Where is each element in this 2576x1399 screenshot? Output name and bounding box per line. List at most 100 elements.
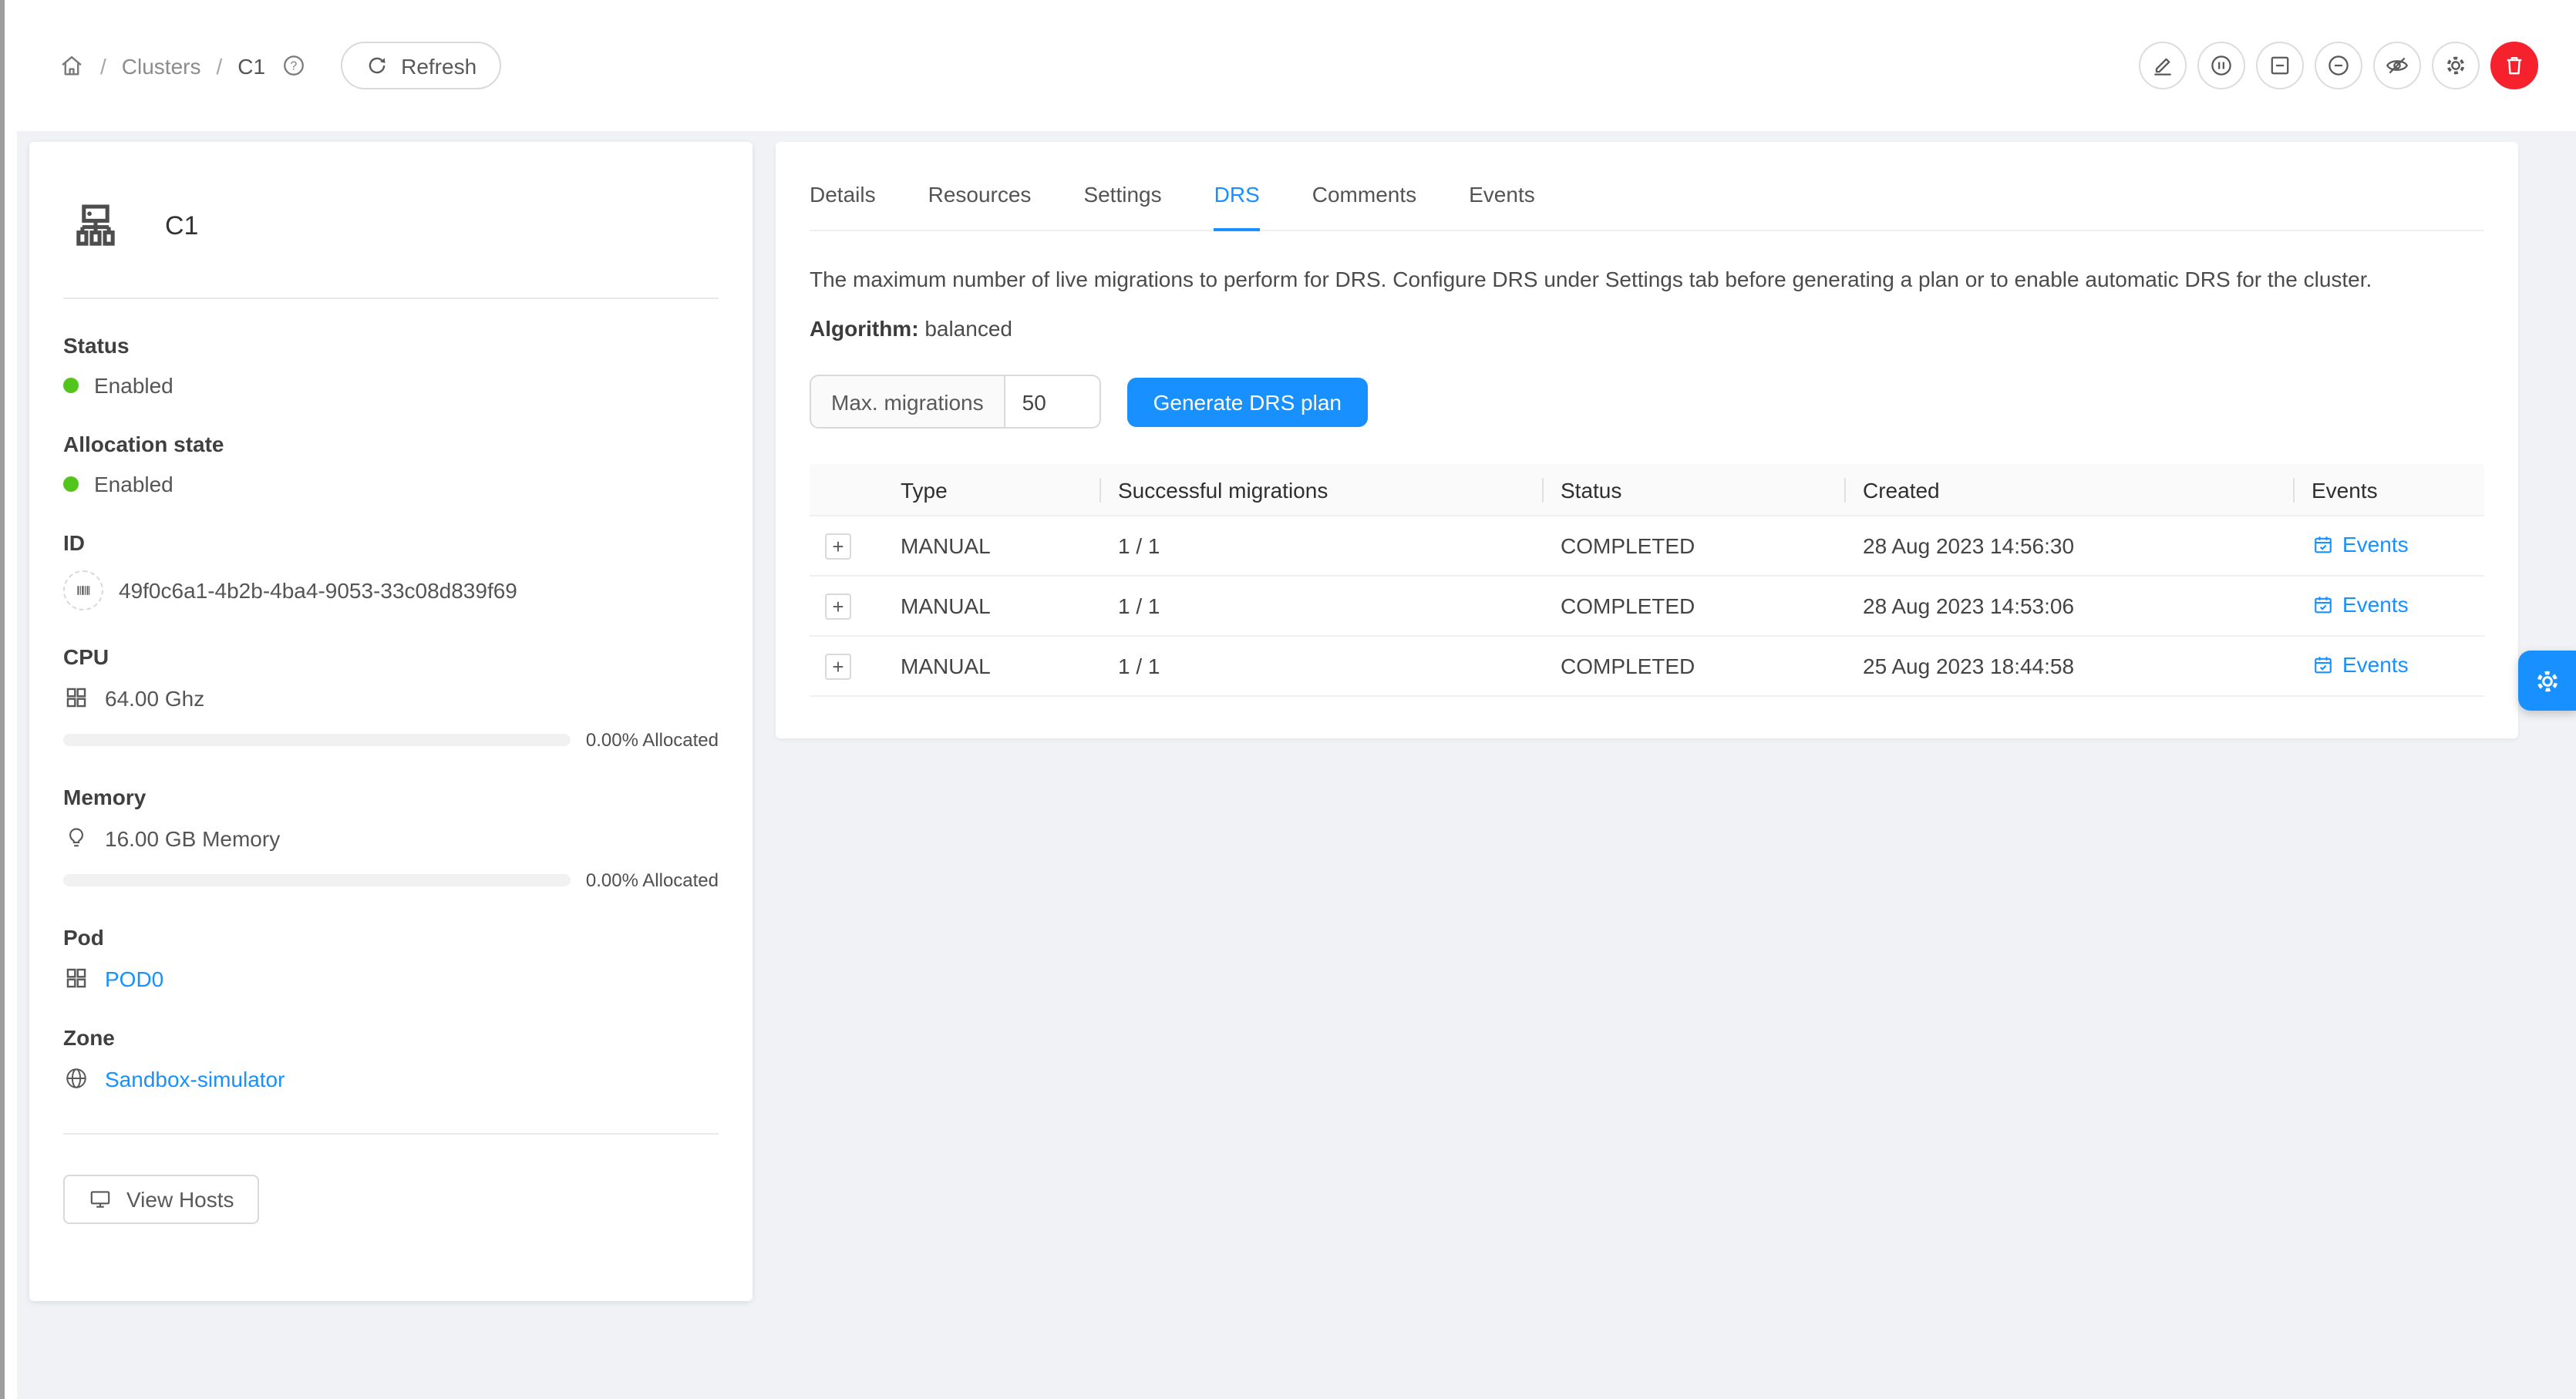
home-icon[interactable] — [59, 52, 85, 79]
row-events-link[interactable]: Events — [2312, 532, 2409, 557]
resource-info-card: C1 Status Enabled Allocation state Enabl… — [29, 142, 753, 1301]
column-successful-migrations: Successful migrations — [1099, 478, 1542, 503]
row-created: 25 Aug 2023 18:44:58 — [1844, 654, 2293, 679]
algorithm-value: balanced — [924, 317, 1012, 341]
cpu-value: 64.00 Ghz — [105, 685, 204, 710]
appstore-icon — [63, 965, 89, 991]
question-circle-icon[interactable]: ? — [281, 52, 307, 79]
tab-events[interactable]: Events — [1469, 182, 1535, 230]
breadcrumb-separator: / — [100, 53, 106, 78]
status-dot — [63, 378, 79, 393]
pod-link[interactable]: POD0 — [105, 966, 163, 990]
section-label: Pod — [63, 925, 719, 950]
row-type: MANUAL — [882, 594, 1099, 619]
table-row: + MANUAL 1 / 1 COMPLETED 28 Aug 2023 14:… — [810, 577, 2484, 637]
calendar-check-icon — [2312, 653, 2335, 676]
max-migrations-input[interactable] — [1005, 377, 1099, 428]
row-events-link[interactable]: Events — [2312, 592, 2409, 617]
minus-square-icon — [2266, 52, 2292, 79]
svg-text:?: ? — [291, 60, 298, 73]
header-actions — [2138, 42, 2537, 89]
resource-header: C1 — [63, 176, 719, 256]
project-settings-button[interactable] — [2517, 651, 2576, 711]
section-label: CPU — [63, 644, 719, 669]
calendar-check-icon — [2312, 533, 2335, 556]
minus-circle-button[interactable] — [2314, 42, 2362, 89]
resource-id: 49f0c6a1-4b2b-4ba4-9053-33c08d839f69 — [119, 578, 517, 603]
table-header: Type Successful migrations Status Create… — [810, 465, 2484, 517]
expand-row-button[interactable]: + — [825, 654, 851, 680]
breadcrumb-separator: / — [217, 53, 223, 78]
zone-link[interactable]: Sandbox-simulator — [105, 1066, 285, 1091]
tab-resources[interactable]: Resources — [928, 182, 1032, 230]
breadcrumb-current: C1 — [237, 53, 265, 78]
table-row: + MANUAL 1 / 1 COMPLETED 25 Aug 2023 18:… — [810, 637, 2484, 698]
section-label: Status — [63, 333, 719, 358]
max-migrations-label: Max. migrations — [811, 377, 1005, 428]
collapsed-sidebar — [5, 0, 17, 1399]
events-label: Events — [2342, 532, 2409, 557]
barcode-icon — [63, 570, 103, 610]
eye-invisible-button[interactable] — [2372, 42, 2420, 89]
pause-circle-button[interactable] — [2197, 42, 2244, 89]
breadcrumb-clusters[interactable]: Clusters — [122, 53, 201, 78]
tab-drs[interactable]: DRS — [1214, 182, 1260, 230]
expand-row-button[interactable]: + — [825, 533, 851, 560]
events-label: Events — [2342, 652, 2409, 677]
row-status: COMPLETED — [1542, 594, 1844, 619]
row-created: 28 Aug 2023 14:53:06 — [1844, 594, 2293, 619]
reload-icon — [365, 54, 389, 77]
resource-title: C1 — [165, 211, 198, 242]
column-created: Created — [1844, 478, 2293, 503]
section-id: ID 49f0c6a1-4b2b-4ba4-9053-33c08d839f69 — [63, 530, 719, 610]
bulb-icon — [63, 825, 89, 851]
delete-button[interactable] — [2490, 42, 2537, 89]
desktop-icon — [88, 1187, 113, 1212]
section-status: Status Enabled — [63, 333, 719, 398]
row-events-link[interactable]: Events — [2312, 652, 2409, 677]
column-events: Events — [2293, 478, 2484, 503]
expand-row-button[interactable]: + — [825, 594, 851, 620]
generate-drs-plan-button[interactable]: Generate DRS plan — [1127, 378, 1368, 427]
section-cpu: CPU 64.00 Ghz 0.00% Allocated — [63, 644, 719, 751]
row-type: MANUAL — [882, 534, 1099, 559]
eye-invisible-icon — [2383, 52, 2409, 79]
minus-square-button[interactable] — [2255, 42, 2303, 89]
memory-progress: 0.00% Allocated — [63, 869, 719, 891]
refresh-button[interactable]: Refresh — [341, 42, 501, 89]
divider — [63, 298, 719, 299]
row-successful-migrations: 1 / 1 — [1099, 654, 1542, 679]
column-type: Type — [882, 478, 1099, 503]
events-label: Events — [2342, 592, 2409, 617]
cpu-progress: 0.00% Allocated — [63, 729, 719, 751]
tab-bar: Details Resources Settings DRS Comments … — [810, 142, 2484, 231]
drs-plans-table: Type Successful migrations Status Create… — [810, 465, 2484, 698]
divider — [63, 1133, 719, 1135]
tab-settings[interactable]: Settings — [1083, 182, 1161, 230]
view-hosts-label: View Hosts — [126, 1187, 234, 1212]
section-label: Memory — [63, 785, 719, 809]
row-successful-migrations: 1 / 1 — [1099, 594, 1542, 619]
row-type: MANUAL — [882, 654, 1099, 679]
row-status: COMPLETED — [1542, 534, 1844, 559]
memory-value: 16.00 GB Memory — [105, 826, 280, 850]
section-label: Allocation state — [63, 432, 719, 456]
status-dot — [63, 476, 79, 492]
section-pod: Pod POD0 — [63, 925, 719, 991]
section-allocation-state: Allocation state Enabled — [63, 432, 719, 496]
edit-button[interactable] — [2138, 42, 2186, 89]
row-created: 28 Aug 2023 14:56:30 — [1844, 534, 2293, 559]
row-successful-migrations: 1 / 1 — [1099, 534, 1542, 559]
section-label: Zone — [63, 1025, 719, 1050]
tab-comments[interactable]: Comments — [1312, 182, 1416, 230]
view-hosts-button[interactable]: View Hosts — [63, 1175, 259, 1224]
section-zone: Zone Sandbox-simulator — [63, 1025, 719, 1091]
drs-algorithm: Algorithm: balanced — [810, 317, 2484, 341]
edit-icon — [2149, 52, 2175, 79]
column-status: Status — [1542, 478, 1844, 503]
section-label: ID — [63, 530, 719, 555]
minus-circle-icon — [2325, 52, 2351, 79]
settings-button[interactable] — [2431, 42, 2479, 89]
breadcrumb: / Clusters / C1 ? Refresh — [59, 42, 501, 89]
tab-details[interactable]: Details — [810, 182, 876, 230]
